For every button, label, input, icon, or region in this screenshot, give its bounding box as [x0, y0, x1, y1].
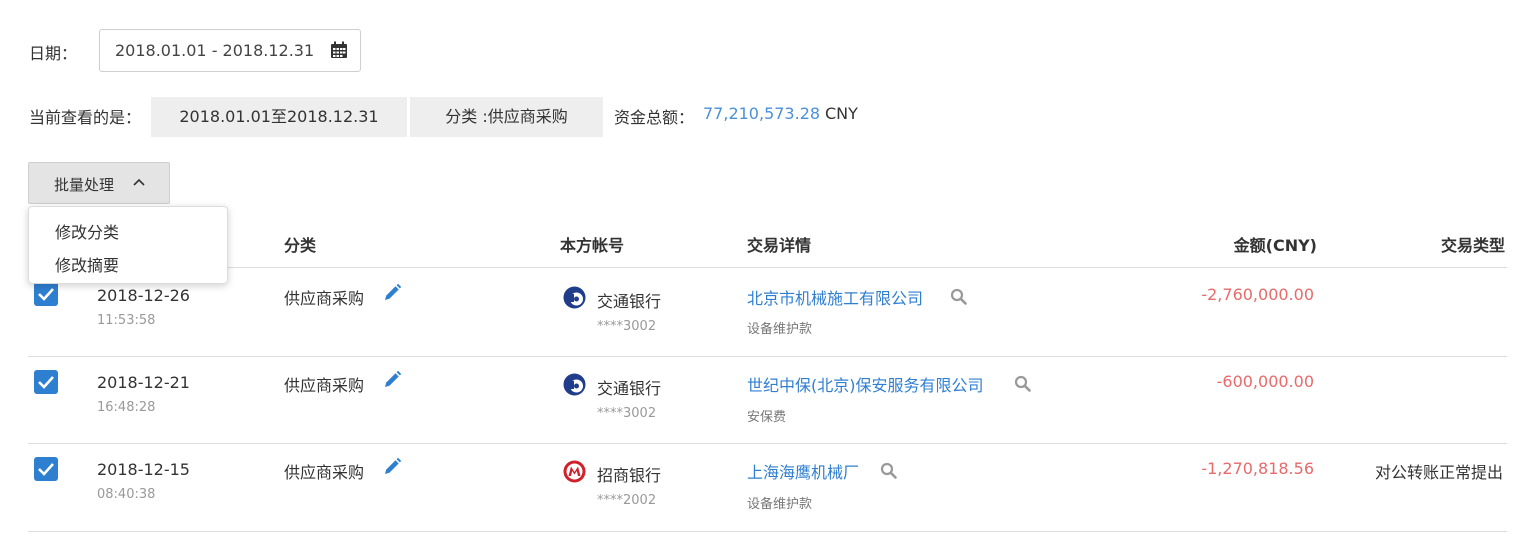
- column-header-type[interactable]: 交易类型: [1441, 232, 1505, 256]
- row-checkbox[interactable]: [34, 370, 58, 394]
- transaction-memo: 设备维护款: [747, 322, 813, 337]
- transaction-category: 供应商采购: [284, 463, 365, 482]
- search-icon[interactable]: [880, 462, 897, 479]
- row-checkbox[interactable]: [34, 282, 58, 306]
- batch-process-menu: 修改分类 修改摘要: [28, 206, 228, 284]
- total-funds-currency: CNY: [825, 104, 858, 123]
- pencil-icon[interactable]: [382, 283, 402, 303]
- transaction-memo: 安保费: [747, 410, 787, 425]
- account-number: ****3002: [597, 406, 657, 421]
- transaction-type: 对公转账正常提出: [1374, 463, 1503, 482]
- check-icon: [38, 288, 54, 301]
- search-icon[interactable]: [1014, 375, 1031, 392]
- transaction-time: 16:48:28: [97, 400, 156, 415]
- account-number: ****3002: [597, 319, 657, 334]
- chevron-up-icon: [133, 178, 145, 186]
- batch-process-button[interactable]: 批量处理: [28, 162, 170, 204]
- date-range-input[interactable]: 2018.01.01 - 2018.12.31: [99, 29, 361, 72]
- bank-name: 交通银行: [597, 379, 662, 398]
- transaction-category: 供应商采购: [284, 376, 365, 395]
- transaction-category: 供应商采购: [284, 289, 365, 308]
- table-row: 2018-12-15 08:40:38 供应商采购 招商银行 ****2002 …: [0, 444, 1539, 531]
- bocom-logo-icon: [563, 286, 586, 309]
- column-header-amount[interactable]: 金额(CNY): [1234, 232, 1317, 256]
- bank-name: 招商银行: [597, 466, 662, 485]
- pencil-icon[interactable]: [382, 457, 402, 477]
- date-range-chip: 2018.01.01至2018.12.31: [151, 97, 407, 137]
- counterparty-link[interactable]: 北京市机械施工有限公司: [747, 285, 923, 309]
- menu-item-edit-category[interactable]: 修改分类: [55, 219, 119, 243]
- search-icon[interactable]: [950, 288, 967, 305]
- date-label: 日期：: [29, 44, 78, 63]
- batch-process-label: 批量处理: [54, 176, 115, 194]
- bank-name: 交通银行: [597, 292, 662, 311]
- viewing-label: 当前查看的是：: [29, 108, 142, 127]
- table-row: 2018-12-21 16:48:28 供应商采购 交通银行 ****3002 …: [0, 357, 1539, 444]
- check-icon: [38, 376, 54, 389]
- row-divider: [28, 531, 1507, 532]
- total-funds-label: 资金总额：: [614, 108, 695, 127]
- bocom-logo-icon: [563, 373, 586, 396]
- column-header-category[interactable]: 分类: [284, 232, 316, 256]
- column-header-account[interactable]: 本方帐号: [560, 232, 624, 256]
- check-icon: [38, 463, 54, 476]
- transaction-amount: -2,760,000.00: [1201, 285, 1314, 304]
- transaction-date: 2018-12-21: [97, 373, 190, 392]
- transaction-time: 11:53:58: [97, 313, 156, 328]
- date-range-value: 2018.01.01 - 2018.12.31: [115, 41, 315, 60]
- transaction-date: 2018-12-26: [97, 286, 190, 305]
- category-chip: 分类 :供应商采购: [410, 97, 603, 137]
- transaction-amount: -1,270,818.56: [1201, 459, 1314, 478]
- transaction-amount: -600,000.00: [1216, 372, 1314, 391]
- total-funds-amount: 77,210,573.28: [703, 104, 821, 123]
- transaction-date: 2018-12-15: [97, 460, 190, 479]
- transaction-time: 08:40:38: [97, 487, 156, 502]
- table-row: 2018-12-26 11:53:58 供应商采购 交通银行 ****3002 …: [0, 268, 1539, 355]
- counterparty-link[interactable]: 世纪中保(北京)保安服务有限公司: [747, 372, 984, 396]
- counterparty-link[interactable]: 上海海鹰机械厂: [747, 459, 859, 483]
- column-header-details[interactable]: 交易详情: [747, 232, 811, 256]
- row-checkbox[interactable]: [34, 457, 58, 481]
- calendar-icon[interactable]: [330, 41, 348, 59]
- pencil-icon[interactable]: [382, 370, 402, 390]
- account-number: ****2002: [597, 493, 657, 508]
- transaction-memo: 设备维护款: [747, 497, 813, 512]
- menu-item-edit-memo[interactable]: 修改摘要: [55, 252, 119, 276]
- cmb-logo-icon: [563, 460, 586, 483]
